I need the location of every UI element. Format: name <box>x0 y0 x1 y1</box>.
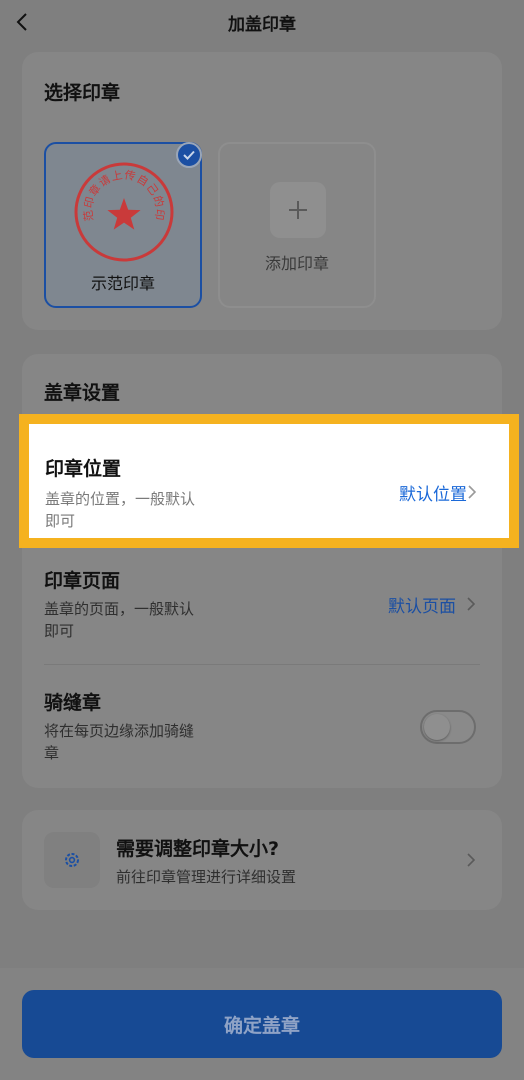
seal-image: 示范印章请上传自己的印章 <box>72 160 174 262</box>
row-stamp-position-desc: 盖章的位置，一般默认即可 <box>45 490 196 530</box>
add-stamp-box <box>270 182 326 238</box>
plus-icon <box>289 201 307 219</box>
chevron-right-icon <box>467 597 476 611</box>
row-seam-seal-desc: 将在每页边缘添加骑缝章 <box>44 722 195 762</box>
header: 加盖印章 <box>0 0 524 44</box>
gear-box <box>44 832 100 888</box>
resize-tip-desc: 前往印章管理进行详细设置 <box>116 868 297 886</box>
stamp-label: 示范印章 <box>90 274 155 293</box>
bottom-bar: 确定盖章 <box>0 968 524 1080</box>
resize-tip-title: 需要调整印章大小? <box>116 838 280 860</box>
confirm-stamp-button[interactable]: 确定盖章 <box>22 990 502 1058</box>
page-title: 加盖印章 <box>228 15 296 35</box>
chevron-right-icon <box>467 853 476 867</box>
row-stamp-page-title: 印章页面 <box>44 570 121 592</box>
divider <box>44 664 480 665</box>
row-stamp-position-value: 默认位置 <box>399 485 467 505</box>
row-stamp-page-value: 默认页面 <box>388 597 456 617</box>
add-stamp-label: 添加印章 <box>264 254 329 273</box>
gear-icon <box>65 853 79 867</box>
select-stamp-card: 选择印章 示范印章请上传自己的印章 示范印章 <box>22 52 502 330</box>
chevron-right-icon <box>468 485 477 499</box>
seam-seal-toggle[interactable] <box>420 710 476 744</box>
select-stamp-title: 选择印章 <box>44 82 121 104</box>
toggle-knob <box>424 714 450 740</box>
row-stamp-position-title: 印章位置 <box>45 458 122 480</box>
selected-badge <box>176 142 202 168</box>
seal-star-icon <box>107 198 141 230</box>
row-seam-seal-title: 骑缝章 <box>44 692 102 714</box>
row-stamp-position[interactable]: 印章位置 盖章的位置，一般默认即可 默认位置 <box>19 414 519 548</box>
resize-tip-card[interactable]: 需要调整印章大小? 前往印章管理进行详细设置 <box>22 810 502 910</box>
settings-title: 盖章设置 <box>44 382 121 404</box>
check-icon <box>183 150 195 160</box>
stamp-tile-demo[interactable]: 示范印章请上传自己的印章 示范印章 <box>44 142 202 308</box>
row-stamp-page-desc: 盖章的页面，一般默认即可 <box>44 600 195 640</box>
page: 加盖印章 选择印章 示范印章请上传自己的印章 示范印章 <box>0 0 524 1080</box>
add-stamp-tile[interactable]: 添加印章 <box>218 142 376 308</box>
